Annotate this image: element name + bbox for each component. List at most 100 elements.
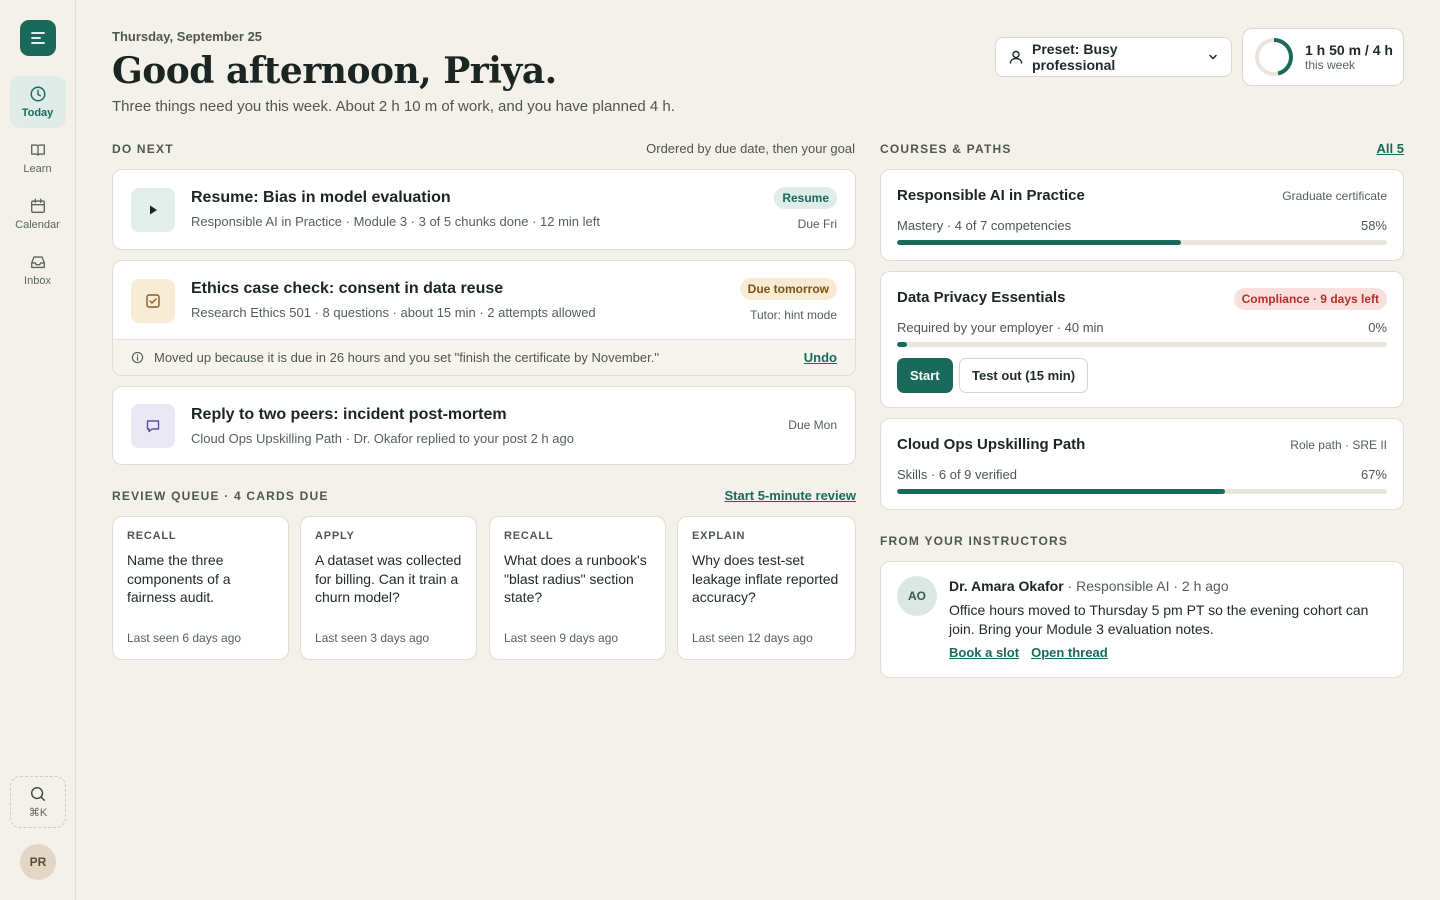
course-progress-percent: 0%	[1368, 320, 1387, 335]
play-icon	[131, 188, 175, 232]
preset-dropdown[interactable]: Preset: Busy professional	[995, 37, 1232, 77]
start-button[interactable]: Start	[897, 358, 953, 393]
avatar[interactable]: PR	[20, 844, 56, 880]
open-thread-link[interactable]: Open thread	[1031, 645, 1108, 660]
search-icon	[30, 786, 46, 802]
tutor-mode-label: Tutor: hint mode	[750, 308, 837, 322]
weekly-time-card[interactable]: 1 h 50 m / 4 h this week	[1242, 28, 1404, 86]
reorder-note: Moved up because it is due in 26 hours a…	[113, 339, 855, 375]
due-label: Due Fri	[797, 217, 837, 231]
course-title: Responsible AI in Practice	[897, 187, 1085, 204]
page-subtitle: Three things need you this week. About 2…	[112, 98, 675, 115]
review-card-question: Name the three components of a fairness …	[127, 552, 231, 605]
undo-link[interactable]: Undo	[804, 350, 837, 365]
inbox-icon	[30, 256, 45, 269]
resume-button[interactable]: Resume	[774, 187, 837, 209]
sidebar-item-calendar[interactable]: Calendar	[10, 188, 66, 240]
start-review-link[interactable]: Start 5-minute review	[725, 488, 857, 503]
course-progress-bar	[897, 342, 1387, 347]
course-progress-bar	[897, 240, 1387, 245]
compliance-badge: Compliance · 9 days left	[1233, 288, 1387, 310]
courses-heading: COURSES & PATHS	[880, 142, 1012, 156]
message-header: Dr. Amara Okafor · Responsible AI · 2 h …	[949, 578, 1229, 594]
sidebar-item-today[interactable]: Today	[9, 76, 66, 128]
calendar-icon	[30, 198, 45, 213]
page-title: Good afternoon, Priya.	[112, 50, 557, 92]
due-label: Due Mon	[788, 418, 837, 432]
sidebar-item-label: Learn	[23, 163, 52, 175]
review-card-question: What does a runbook's "blast radius" sec…	[504, 552, 647, 605]
search-shortcut: ⌘K	[28, 807, 48, 819]
due-badge: Due tomorrow	[739, 278, 837, 300]
sidebar-item-label: Inbox	[24, 275, 51, 287]
sidebar-item-label: Calendar	[15, 219, 60, 231]
comment-icon	[131, 404, 175, 448]
review-card-question: Why does test-set leakage inflate report…	[692, 552, 839, 605]
course-card[interactable]: Data Privacy Essentials Compliance · 9 d…	[880, 271, 1404, 408]
course-progress-text: Required by your employer · 40 min	[897, 320, 1104, 335]
checkbox-icon	[131, 279, 175, 323]
task-title: Ethics case check: consent in data reuse	[191, 280, 504, 297]
message-actions: Book a slot Open thread	[949, 645, 1108, 660]
message-context: · Responsible AI · 2 h ago	[1063, 578, 1229, 594]
sidebar-nav: Today Learn Calendar Inbox	[9, 76, 66, 296]
instructor-name[interactable]: Dr. Amara Okafor	[949, 578, 1064, 594]
review-card[interactable]: RECALL Name the three components of a fa…	[112, 516, 289, 660]
menu-icon	[30, 32, 45, 44]
search-button[interactable]: ⌘K	[10, 776, 66, 828]
preset-label: Preset: Busy professional	[1032, 41, 1118, 73]
task-meta: Responsible AI in Practice · Module 3 · …	[191, 214, 600, 229]
course-tag: Graduate certificate	[1282, 189, 1387, 203]
sidebar-item-label: Today	[21, 107, 54, 119]
review-queue-heading: REVIEW QUEUE · 4 CARDS DUE	[112, 489, 329, 503]
review-card-question: A dataset was collected for billing. Can…	[315, 552, 462, 605]
chevron-down-icon	[1209, 54, 1217, 60]
task-card[interactable]: Resume: Bias in model evaluation Respons…	[112, 169, 856, 250]
course-title: Data Privacy Essentials	[897, 289, 1066, 306]
review-card-type: APPLY	[315, 530, 355, 542]
review-card-seen: Last seen 9 days ago	[504, 631, 619, 645]
course-progress-bar	[897, 489, 1387, 494]
message-body: Office hours moved to Thursday 5 pm PT s…	[949, 602, 1369, 637]
sidebar: Today Learn Calendar Inbox ⌘K PR	[0, 0, 76, 900]
sidebar-item-learn[interactable]: Learn	[10, 132, 66, 184]
course-card[interactable]: Cloud Ops Upskilling Path Role path · SR…	[880, 418, 1404, 510]
reorder-note-text: Moved up because it is due in 26 hours a…	[154, 350, 659, 365]
instructors-heading: FROM YOUR INSTRUCTORS	[880, 534, 1069, 548]
task-card[interactable]: Ethics case check: consent in data reuse…	[112, 260, 856, 376]
all-courses-link[interactable]: All 5	[1377, 141, 1404, 156]
course-progress-text: Mastery · 4 of 7 competencies	[897, 218, 1072, 233]
book-icon	[30, 144, 45, 157]
sidebar-item-inbox[interactable]: Inbox	[10, 244, 66, 296]
weekly-time: 1 h 50 m / 4 h	[1305, 42, 1393, 58]
instructor-avatar: AO	[897, 576, 937, 616]
task-title: Reply to two peers: incident post-mortem	[191, 406, 507, 423]
weekly-time-label: this week	[1305, 58, 1356, 72]
do-next-sort-note: Ordered by due date, then your goal	[646, 141, 855, 156]
review-card[interactable]: EXPLAIN Why does test-set leakage inflat…	[677, 516, 856, 660]
course-title: Cloud Ops Upskilling Path	[897, 436, 1086, 453]
task-title: Resume: Bias in model evaluation	[191, 189, 451, 206]
course-progress-text: Skills · 6 of 9 verified	[897, 467, 1017, 482]
course-progress-percent: 58%	[1360, 218, 1387, 233]
review-card-seen: Last seen 3 days ago	[315, 631, 430, 645]
review-card-type: RECALL	[127, 530, 177, 542]
course-progress-percent: 67%	[1360, 467, 1387, 482]
course-card[interactable]: Responsible AI in Practice Graduate cert…	[880, 169, 1404, 261]
review-card[interactable]: RECALL What does a runbook's "blast radi…	[489, 516, 666, 660]
menu-button[interactable]	[19, 20, 56, 56]
course-tag: Role path · SRE II	[1290, 438, 1387, 452]
user-icon	[1009, 50, 1023, 64]
review-card-seen: Last seen 12 days ago	[692, 631, 813, 645]
progress-ring	[1255, 38, 1293, 76]
do-next-heading: DO NEXT	[112, 142, 174, 156]
review-card-type: RECALL	[504, 530, 554, 542]
info-icon	[131, 351, 144, 364]
test-out-button[interactable]: Test out (15 min)	[959, 358, 1089, 393]
review-card-seen: Last seen 6 days ago	[127, 631, 242, 645]
book-slot-link[interactable]: Book a slot	[949, 645, 1019, 660]
review-card[interactable]: APPLY A dataset was collected for billin…	[300, 516, 477, 660]
task-card[interactable]: Reply to two peers: incident post-mortem…	[112, 386, 856, 465]
clock-icon	[30, 86, 45, 102]
date-label: Thursday, September 25	[112, 29, 263, 44]
